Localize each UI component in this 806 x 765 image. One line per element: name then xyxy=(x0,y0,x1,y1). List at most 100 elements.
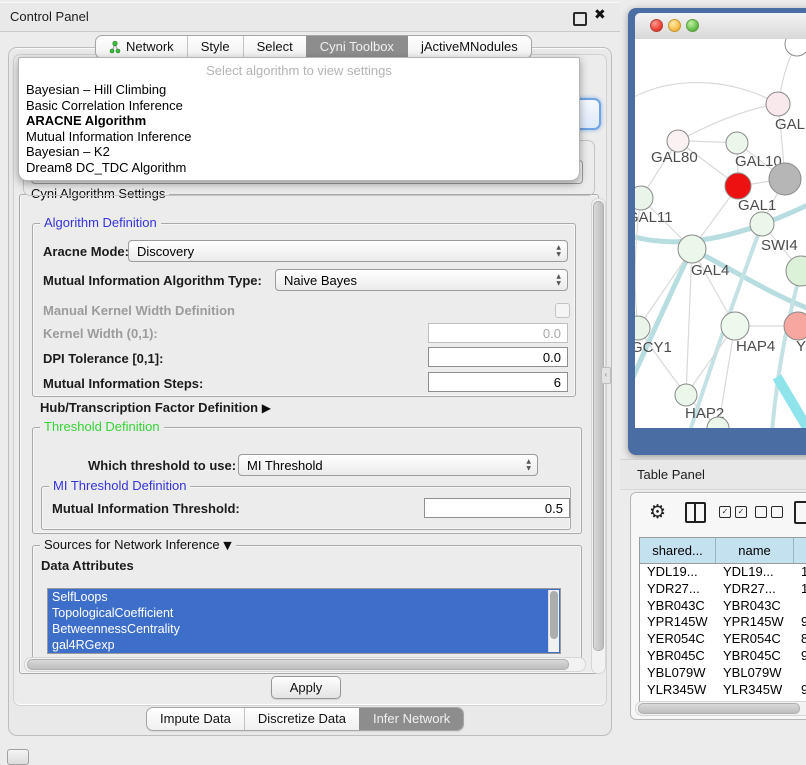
table-horizontal-scrollbar[interactable] xyxy=(635,701,806,716)
table-cell[interactable]: YDR27... xyxy=(640,581,716,598)
table-cell[interactable]: 8. xyxy=(794,631,806,648)
apply-button[interactable]: Apply xyxy=(271,676,341,699)
network-canvas[interactable]: GALGAL80GAL10GAL1GAL11SWI4GAL4GCY1HAP4YH… xyxy=(635,39,806,428)
data-attribute-item[interactable]: gal4RGexp xyxy=(48,637,560,653)
zoom-window-icon[interactable] xyxy=(686,19,699,32)
data-attribute-item[interactable]: TopologicalCoefficient xyxy=(48,605,560,621)
tab-infer-network[interactable]: Infer Network xyxy=(359,708,463,730)
tab-style[interactable]: Style xyxy=(187,36,243,58)
table-cell[interactable] xyxy=(794,598,806,615)
settings-vertical-scrollbar[interactable] xyxy=(591,198,606,674)
table-row[interactable]: YDL19...YDL19...13 xyxy=(640,564,806,581)
table-row[interactable]: YLR345WYLR345W9. xyxy=(640,682,806,699)
sources-title[interactable]: Sources for Network Inference ▼ xyxy=(40,537,236,552)
settings-horizontal-scrollbar-thumb[interactable] xyxy=(27,659,569,670)
network-edge[interactable] xyxy=(635,83,778,104)
settings-vertical-scrollbar-thumb[interactable] xyxy=(593,201,604,651)
tab-select[interactable]: Select xyxy=(243,36,306,58)
column-header[interactable]: name xyxy=(716,538,794,563)
table-cell[interactable] xyxy=(794,665,806,682)
collapsed-panel-button[interactable] xyxy=(7,749,29,765)
network-node[interactable] xyxy=(635,186,653,210)
aracne-mode-combo[interactable]: Discovery ▲▼ xyxy=(128,240,568,262)
table-cell[interactable]: 12 xyxy=(794,581,806,598)
network-node[interactable] xyxy=(678,235,706,263)
table-row[interactable]: YBL079WYBL079W xyxy=(640,665,806,682)
table-cell[interactable]: YER054C xyxy=(640,631,716,648)
table-row[interactable]: YDR27...YDR27...12 xyxy=(640,581,806,598)
network-view-window[interactable]: GALGAL80GAL10GAL1GAL11SWI4GAL4GCY1HAP4YH… xyxy=(628,8,806,455)
network-node[interactable] xyxy=(721,312,749,340)
network-node[interactable] xyxy=(635,316,650,340)
table-cell[interactable]: YER054C xyxy=(716,631,794,648)
table-cell[interactable]: YPR145W xyxy=(716,614,794,631)
manual-kernel-width-checkbox[interactable] xyxy=(555,303,570,318)
close-window-icon[interactable] xyxy=(650,19,663,32)
float-panel-icon[interactable] xyxy=(573,12,587,26)
tab-cyni-toolbox[interactable]: Cyni Toolbox xyxy=(306,36,407,58)
network-window-titlebar[interactable] xyxy=(635,13,806,40)
table-cell[interactable]: 13 xyxy=(794,564,806,581)
table-cell[interactable]: YDL19... xyxy=(716,564,794,581)
table-cell[interactable]: YLR345W xyxy=(716,682,794,699)
algorithm-option[interactable]: Mutual Information Inference xyxy=(19,129,579,145)
data-attributes-list[interactable]: SelfLoopsTopologicalCoefficientBetweenne… xyxy=(47,588,561,654)
network-node[interactable] xyxy=(786,256,806,286)
column-selector-icon[interactable] xyxy=(685,502,706,523)
tab-network[interactable]: Network xyxy=(96,36,187,58)
minimize-window-icon[interactable] xyxy=(668,19,681,32)
network-edge[interactable] xyxy=(678,104,778,141)
tab-impute-data[interactable]: Impute Data xyxy=(147,708,244,730)
table-cell[interactable]: 9. xyxy=(794,682,806,699)
export-table-icon[interactable] xyxy=(794,501,806,524)
table-horizontal-scrollbar-thumb[interactable] xyxy=(638,703,800,714)
table-cell[interactable]: YBL079W xyxy=(716,665,794,682)
algorithm-option[interactable]: Bayesian – Hill Climbing xyxy=(19,82,579,98)
algorithm-option[interactable]: Basic Correlation Inference xyxy=(19,98,579,114)
table-cell[interactable]: YDR27... xyxy=(716,581,794,598)
data-attribute-item[interactable]: BetweennessCentrality xyxy=(48,621,560,637)
network-node[interactable] xyxy=(750,212,774,236)
table-cell[interactable]: 9. xyxy=(794,614,806,631)
column-header[interactable]: A xyxy=(794,538,806,563)
network-node[interactable] xyxy=(725,173,751,199)
table-row[interactable]: YPR145WYPR145W9. xyxy=(640,614,806,631)
table-cell[interactable]: 9. xyxy=(794,648,806,665)
table-cell[interactable]: YLR345W xyxy=(640,682,716,699)
network-node[interactable] xyxy=(675,384,697,406)
table-cell[interactable]: YBR045C xyxy=(640,648,716,665)
network-node[interactable] xyxy=(766,92,790,116)
gear-icon[interactable]: ⚙ xyxy=(649,500,666,524)
select-all-icon[interactable]: ✓✓ xyxy=(719,506,747,518)
kernel-width-field[interactable]: 0.0 xyxy=(428,323,568,343)
mi-threshold-field[interactable]: 0.5 xyxy=(424,498,570,518)
table-cell[interactable]: YDL19... xyxy=(640,564,716,581)
table-row[interactable]: YBR043CYBR043C xyxy=(640,598,806,615)
mi-algorithm-type-combo[interactable]: Naive Bayes ▲▼ xyxy=(275,269,568,291)
hub-definition-toggle[interactable]: Hub/Transcription Factor Definition ▶ xyxy=(40,398,271,418)
panel-divider-grip[interactable]: ‹ xyxy=(601,367,611,384)
network-node[interactable] xyxy=(726,132,748,154)
tab-jactivemnodules[interactable]: jActiveMNodules xyxy=(407,36,531,58)
table-cell[interactable]: YBL079W xyxy=(640,665,716,682)
close-panel-icon[interactable]: ✖ xyxy=(594,7,606,23)
table-cell[interactable]: YBR043C xyxy=(640,598,716,615)
table-row[interactable]: YER054CYER054C8. xyxy=(640,631,806,648)
table-cell[interactable]: YPR145W xyxy=(640,614,716,631)
network-node[interactable] xyxy=(769,163,801,195)
table-cell[interactable]: YBR043C xyxy=(716,598,794,615)
algorithm-option[interactable]: Bayesian – K2 xyxy=(19,144,579,160)
algorithm-option[interactable]: ARACNE Algorithm xyxy=(19,113,579,129)
column-header[interactable]: shared... xyxy=(640,538,716,563)
algorithm-option[interactable]: Dream8 DC_TDC Algorithm xyxy=(19,160,579,176)
table-cell[interactable]: YBR045C xyxy=(716,648,794,665)
table-row[interactable]: YBR045CYBR045C9. xyxy=(640,648,806,665)
deselect-all-icon[interactable] xyxy=(755,506,783,518)
list-scrollbar-thumb[interactable] xyxy=(550,591,558,639)
which-threshold-combo[interactable]: MI Threshold ▲▼ xyxy=(238,454,538,476)
network-edge[interactable] xyxy=(777,377,806,428)
data-attribute-item[interactable]: SelfLoops xyxy=(48,589,560,605)
list-scrollbar[interactable] xyxy=(548,590,559,652)
network-node[interactable] xyxy=(785,39,806,56)
tab-discretize-data[interactable]: Discretize Data xyxy=(244,708,359,730)
